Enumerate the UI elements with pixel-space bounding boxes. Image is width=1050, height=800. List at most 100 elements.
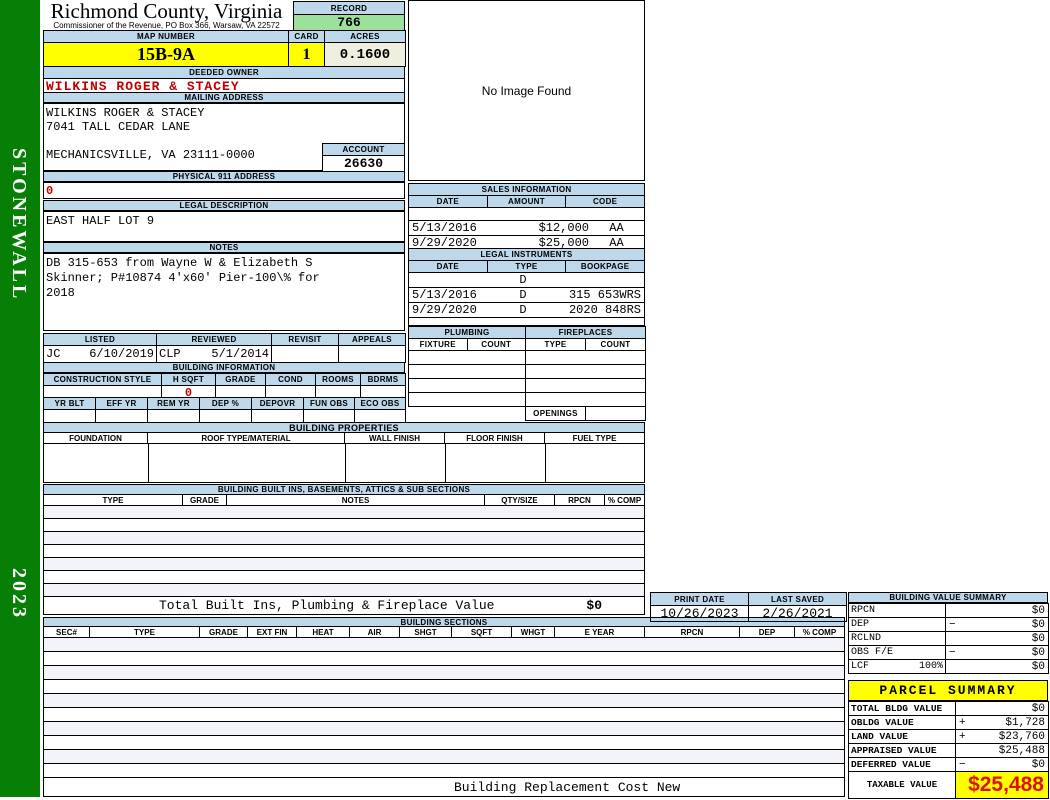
appeals-label: APPEALS [338, 333, 406, 346]
legal-description-value: EAST HALF LOT 9 [43, 211, 405, 242]
remyr-value [147, 409, 200, 423]
legal-instrument-empty-row [408, 317, 645, 326]
tax-year: 2023 [8, 568, 30, 620]
account-table: ACCOUNT 26630 [322, 143, 405, 172]
sale-date: 5/13/2016 [412, 221, 477, 235]
fireplace-row [525, 364, 646, 379]
listed-by: JC [46, 347, 61, 361]
record-table: RECORD 766 [293, 1, 405, 31]
review-table: LISTED REVIEWED REVISIT APPEALS JC 6/10/2… [43, 333, 406, 363]
dep-pct-value [199, 409, 252, 423]
bi-notes-label: NOTES [227, 495, 485, 506]
built-ins-total-row: Total Built Ins, Plumbing & Fireplace Va… [43, 597, 645, 615]
empty-row [44, 584, 644, 597]
ps-row-label: DEFERRED VALUE [848, 757, 956, 772]
empty-row [44, 750, 844, 764]
sale-amount: $12,000 [538, 221, 589, 235]
acres-value: 0.1600 [324, 42, 406, 67]
revisit-label: REVISIT [271, 333, 339, 346]
bvs-name: DEP [851, 619, 870, 630]
bvs-value: $0 [1031, 646, 1045, 659]
sales-date-label: DATE [408, 195, 488, 208]
building-info-table-2: YR BLT EFF YR REM YR DEP % DEPOVR FUN OB… [43, 397, 406, 423]
empty-row [44, 680, 844, 694]
funobs-value [303, 409, 355, 423]
property-record-card: STONEWALL 2023 Richmond County, Virginia… [0, 0, 1050, 800]
sales-row: 5/13/2016 $12,000 AA [408, 220, 645, 236]
sales-amount-label: AMOUNT [486, 195, 567, 208]
grade-label: GRADE [215, 373, 266, 386]
bvs-row-value: − $0 [945, 617, 1049, 632]
acres-label: ACRES [324, 30, 406, 43]
building-properties-label: BUILDING PROPERTIES [43, 422, 645, 433]
empty-row [44, 506, 644, 519]
plumbing-row [408, 364, 526, 379]
notes-line-2: Skinner; P#10874 4'x60' Pier-100\% for [46, 271, 320, 285]
bi-comp-label: % COMP [605, 495, 645, 506]
building-properties-headers: FOUNDATION ROOF TYPE/MATERIAL WALL FINIS… [43, 433, 645, 444]
li-type: D [519, 288, 527, 302]
foundation-label: FOUNDATION [43, 433, 148, 444]
notes-line-1: DB 315-653 from Wayne W & Elizabeth S [46, 256, 313, 270]
yrblt-label: YR BLT [43, 397, 96, 410]
bvs-row-label: RCLND [848, 631, 946, 646]
built-ins-total-label: Total Built Ins, Plumbing & Fireplace Va… [159, 598, 495, 613]
depovr-value [251, 409, 304, 423]
fuel-type-label: FUEL TYPE [545, 433, 645, 444]
li-type-label: TYPE [486, 260, 567, 273]
district-name: STONEWALL [8, 148, 30, 302]
bi-qty-label: QTY/SIZE [485, 495, 555, 506]
openings-value [585, 406, 646, 421]
account-label: ACCOUNT [322, 143, 405, 156]
notes-line-3: 2018 [46, 286, 75, 300]
legal-instrument-row: 9/29/2020 D 2020 848RS [408, 302, 645, 318]
cond-label: COND [265, 373, 316, 386]
ps-value: $1,728 [1005, 716, 1045, 729]
ps-op: + [959, 716, 966, 729]
print-date-label: PRINT DATE [650, 592, 749, 606]
owner-table: DEEDED OWNER WILKINS ROGER & STACEY [43, 66, 405, 95]
sale-code: AA [609, 221, 624, 235]
building-information-label: BUILDING INFORMATION [43, 362, 405, 373]
depovr-label: DEPOVR [251, 397, 304, 410]
deeded-owner-label: DEEDED OWNER [43, 66, 405, 79]
commissioner-line: Commissioner of the Revenue, PO Box 366,… [53, 21, 280, 30]
hsqft-label: H SQFT [161, 373, 216, 386]
ps-value: $23,760 [998, 730, 1045, 743]
physical-911-value: 0 [43, 182, 405, 199]
ps-row-value: + $23,760 [955, 729, 1049, 744]
ps-row-value: + $1,728 [955, 715, 1049, 730]
building-value-summary-table: RPCN $0 DEP − $0 RCLND $0 OBS F/E − $0 LCF… [848, 603, 1049, 674]
county-header: Richmond County, Virginia Commissioner o… [43, 1, 290, 30]
print-date-value: 10/26/2023 [650, 605, 749, 622]
sales-code-label: CODE [565, 195, 645, 208]
account-value: 26630 [322, 155, 405, 172]
dep-pct-label: DEP % [199, 397, 252, 410]
building-sections-rows [43, 638, 845, 778]
effyr-label: EFF YR [95, 397, 148, 410]
li-bookpage: 315 653WRS [568, 288, 641, 302]
built-ins-rows [43, 506, 645, 597]
empty-row [44, 666, 844, 680]
plumbing-row [408, 378, 526, 393]
bvs-value: $0 [1031, 660, 1045, 673]
empty-row [44, 736, 844, 750]
building-sections-headers: SEC# TYPE GRADE EXT FIN HEAT AIR SHGT SQ… [43, 627, 845, 638]
bs-sec-label: SEC# [43, 627, 90, 638]
legal-instrument-row: 5/13/2016 D 315 653WRS [408, 287, 645, 303]
li-date-label: DATE [408, 260, 488, 273]
ps-row-label: LAND VALUE [848, 729, 956, 744]
built-ins-total-value: $0 [586, 598, 602, 613]
plumbing-row [408, 392, 526, 407]
bvs-row-value: $0 [945, 659, 1049, 674]
plumbing-fireplaces-table: PLUMBING FIREPLACES FIXTURE COUNT TYPE C… [408, 326, 646, 421]
bvs-value: $0 [1031, 618, 1045, 631]
bvs-row-label: RPCN [848, 603, 946, 618]
bvs-row-value: $0 [945, 603, 1049, 618]
appeals-value [338, 345, 406, 363]
bs-dep-label: DEP [740, 627, 795, 638]
ecoobs-value [354, 409, 406, 423]
bs-eyear-label: E YEAR [555, 627, 645, 638]
empty-row [44, 722, 844, 736]
plumbing-count-label: COUNT [466, 338, 526, 351]
